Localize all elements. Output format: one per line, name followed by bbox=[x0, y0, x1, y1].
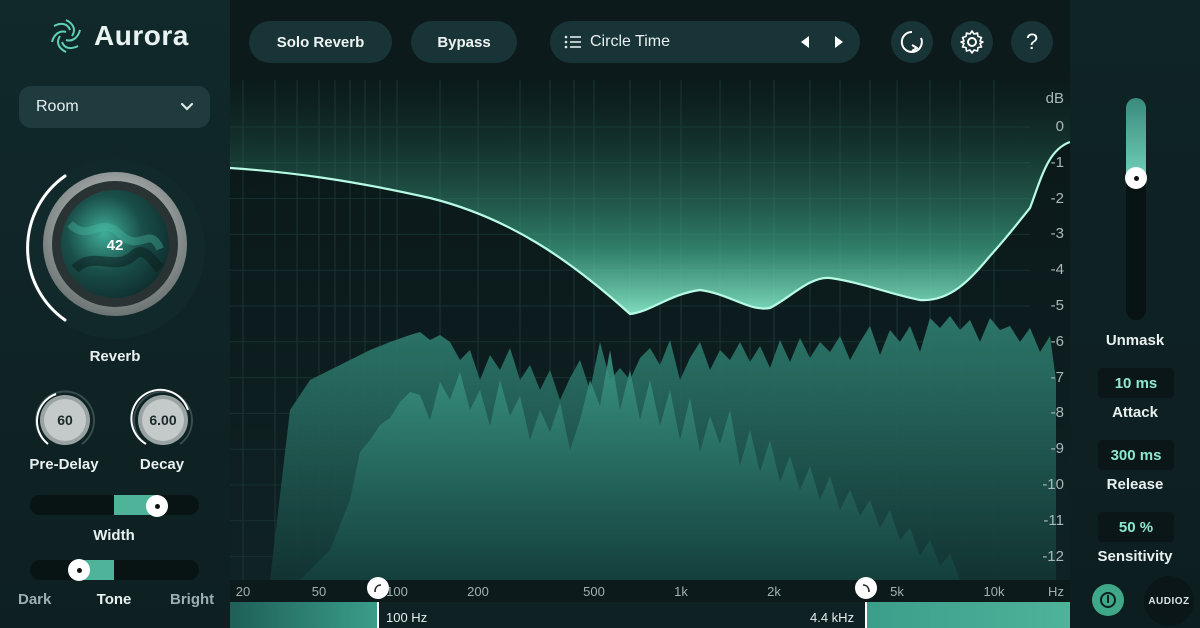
list-icon[interactable] bbox=[564, 35, 582, 49]
next-preset-icon[interactable] bbox=[832, 34, 846, 50]
high-frequency-handle[interactable] bbox=[855, 577, 877, 599]
chevron-down-icon bbox=[180, 102, 194, 111]
app-name: Aurora bbox=[94, 20, 189, 51]
low-frequency-handle[interactable] bbox=[367, 577, 389, 599]
high-band-region bbox=[866, 602, 1070, 628]
reverb-value: 42 bbox=[107, 237, 124, 254]
power-icon bbox=[1100, 592, 1116, 608]
settings-button[interactable] bbox=[951, 21, 993, 63]
predelay-knob[interactable]: 60 bbox=[32, 388, 98, 454]
reverb-label: Reverb bbox=[89, 348, 141, 365]
watermark-badge: AUDIOZ bbox=[1144, 576, 1194, 626]
band-range-bar[interactable]: 100 Hz 4.4 kHz bbox=[230, 602, 1070, 628]
db-tick-label: -2 bbox=[1050, 189, 1064, 207]
help-button[interactable]: ? bbox=[1011, 21, 1053, 63]
tone-bright-label: Bright bbox=[170, 591, 215, 608]
tone-slider-thumb[interactable] bbox=[68, 559, 90, 581]
width-label: Width bbox=[93, 527, 135, 544]
bypass-button[interactable]: Bypass bbox=[411, 21, 517, 63]
aurora-logo-icon bbox=[51, 19, 81, 53]
db-tick-label: -1 bbox=[1050, 153, 1064, 171]
circle-arrow-icon bbox=[900, 30, 923, 53]
db-tick-label: -5 bbox=[1050, 297, 1064, 314]
sensitivity-label: Sensitivity bbox=[1097, 548, 1173, 565]
gear-icon bbox=[960, 30, 984, 54]
predelay-value: 60 bbox=[57, 412, 73, 428]
db-tick-label: 0 bbox=[1055, 118, 1064, 135]
low-band-region bbox=[230, 602, 378, 628]
db-tick-label: -6 bbox=[1050, 332, 1064, 350]
frequency-tick-label: 50 bbox=[311, 584, 327, 599]
frequency-tick-label: 200 bbox=[467, 584, 489, 599]
preset-name: Circle Time bbox=[590, 33, 671, 50]
db-unit-label: dB bbox=[1045, 90, 1064, 107]
attack-label: Attack bbox=[1112, 404, 1158, 421]
low-handle-line bbox=[377, 602, 379, 628]
db-tick-label: -4 bbox=[1050, 261, 1064, 279]
right-panel: Unmask 10 ms Attack 300 ms Release 50 % … bbox=[1070, 0, 1200, 628]
db-tick-label: -9 bbox=[1050, 440, 1064, 458]
low-handle-label: 100 Hz bbox=[386, 610, 428, 625]
question-mark-icon: ? bbox=[1025, 29, 1039, 54]
db-tick-label: -12 bbox=[1042, 547, 1064, 565]
tone-dark-label: Dark bbox=[18, 591, 52, 608]
frequency-tick-label: 500 bbox=[583, 584, 605, 599]
unmask-slider[interactable] bbox=[1126, 98, 1146, 320]
reverb-knob[interactable]: 42 bbox=[20, 154, 210, 344]
decay-label: Decay bbox=[139, 456, 185, 473]
frequency-tick-label: 20 bbox=[235, 584, 251, 599]
decay-value: 6.00 bbox=[149, 412, 176, 428]
room-type-dropdown[interactable]: Room bbox=[19, 86, 210, 128]
previous-preset-icon[interactable] bbox=[798, 34, 812, 50]
decay-knob[interactable]: 6.00 bbox=[130, 388, 196, 454]
db-tick-label: -7 bbox=[1050, 368, 1064, 386]
db-tick-label: -3 bbox=[1050, 225, 1064, 243]
high-handle-label: 4.4 kHz bbox=[810, 610, 855, 625]
tone-slider[interactable] bbox=[30, 560, 199, 580]
solo-reverb-button[interactable]: Solo Reverb bbox=[249, 21, 392, 63]
unmask-slider-thumb[interactable] bbox=[1125, 167, 1147, 189]
db-tick-label: -8 bbox=[1050, 404, 1064, 422]
watermark-text: AUDIOZ bbox=[1148, 595, 1190, 607]
db-tick-label: -11 bbox=[1043, 511, 1064, 529]
db-tick-label: -10 bbox=[1042, 476, 1064, 493]
logo: Aurora bbox=[46, 16, 189, 56]
frequency-tick-label: 5k bbox=[890, 584, 904, 599]
tone-label: Tone bbox=[96, 591, 132, 608]
handle-arc-icon bbox=[374, 584, 382, 593]
predelay-label: Pre-Delay bbox=[29, 456, 99, 473]
unmask-slider-fill bbox=[1126, 98, 1146, 178]
sensitivity-value[interactable]: 50 % bbox=[1098, 512, 1174, 542]
frequency-tick-label: 100 bbox=[386, 584, 408, 599]
room-type-value: Room bbox=[36, 98, 79, 115]
frequency-tick-label: Hz bbox=[1048, 584, 1064, 599]
high-handle-line bbox=[865, 602, 867, 628]
handle-arc-icon bbox=[862, 584, 870, 593]
left-panel: Aurora Room 42 Reverb 60 Pre-Delay 6.00 … bbox=[0, 0, 230, 628]
unmask-label: Unmask bbox=[1105, 332, 1165, 349]
release-label: Release bbox=[1106, 476, 1164, 493]
spectrum-graph bbox=[230, 80, 1070, 580]
learn-button[interactable] bbox=[891, 21, 933, 63]
width-slider-thumb[interactable] bbox=[146, 495, 168, 517]
preset-selector[interactable]: Circle Time bbox=[550, 21, 860, 63]
width-slider[interactable] bbox=[30, 495, 199, 515]
attack-value[interactable]: 10 ms bbox=[1098, 368, 1174, 398]
frequency-axis: 20 50 100 200 500 1k 2k 5k 10k Hz bbox=[230, 580, 1070, 604]
frequency-tick-label: 2k bbox=[767, 584, 781, 599]
frequency-tick-label: 10k bbox=[983, 584, 1005, 599]
release-value[interactable]: 300 ms bbox=[1098, 440, 1174, 470]
spectrum-display[interactable]: dB 0 -1 -2 -3 -4 -5 -6 -7 -8 -9 -10 -11 -12 bbox=[230, 80, 1070, 580]
power-button[interactable] bbox=[1092, 584, 1124, 616]
frequency-tick-label: 1k bbox=[674, 584, 688, 599]
